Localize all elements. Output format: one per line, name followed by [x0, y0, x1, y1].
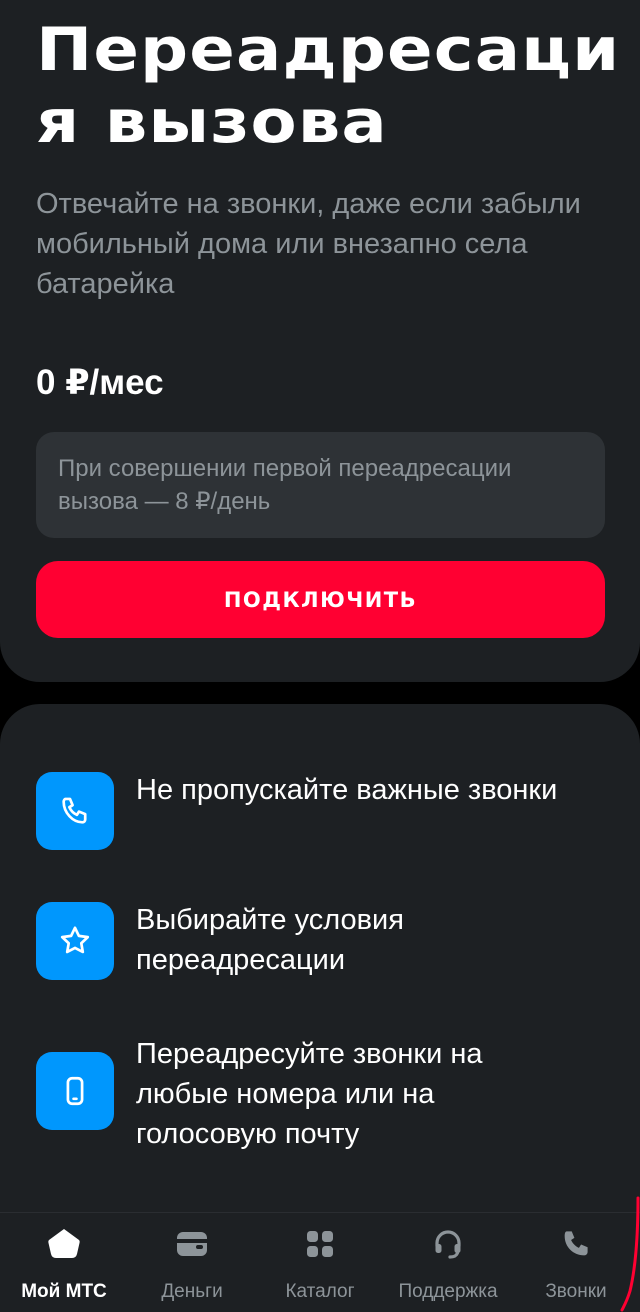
tab-label: Деньги [161, 1281, 223, 1302]
connect-button[interactable]: ПОДКЛЮЧИТЬ [36, 561, 605, 638]
headset-icon [432, 1227, 464, 1261]
red-edge-mark [620, 1196, 640, 1312]
tab-label: Поддержка [398, 1281, 498, 1302]
service-price: 0 ₽/мес [36, 363, 164, 402]
tab-label: Каталог [285, 1281, 355, 1302]
price-note-box: При совершении первой переадресации вызо… [36, 432, 605, 538]
feature-text: Переадресуйте звонки на любые номера или… [136, 1038, 483, 1150]
home-icon [46, 1227, 82, 1261]
service-page: Переадресаци я вызова Отвечайте на звонк… [0, 0, 640, 1312]
tab-calls[interactable]: Звонки [524, 1213, 628, 1312]
page-title-line-1: Переадресаци [36, 15, 621, 85]
feature-text: Выбирайте условия переадресации [136, 904, 404, 976]
page-title: Переадресаци я вызова [36, 14, 640, 158]
tab-my-mts[interactable]: Мой МТС [8, 1213, 120, 1312]
smartphone-icon [36, 1052, 114, 1130]
tab-label: Звонки [545, 1281, 607, 1302]
phone-icon [560, 1227, 592, 1261]
price-note-text: При совершении первой переадресации вызо… [58, 455, 512, 515]
phone-icon [36, 772, 114, 850]
feature-text: Не пропускайте важные звонки [136, 774, 558, 806]
star-icon [36, 902, 114, 980]
wallet-icon [176, 1227, 208, 1261]
tab-catalog[interactable]: Каталог [264, 1213, 376, 1312]
page-title-line-2: я вызова [36, 87, 388, 157]
bottom-tab-bar: Мой МТС Деньги Каталог Поддержка Звонки [0, 1212, 640, 1312]
tab-label: Мой МТС [21, 1281, 107, 1302]
service-description: Отвечайте на звонки, даже если забыли мо… [36, 188, 581, 300]
service-hero-card: Переадресаци я вызова Отвечайте на звонк… [0, 0, 640, 682]
tab-support[interactable]: Поддержка [384, 1213, 512, 1312]
grid-icon [306, 1227, 334, 1261]
tab-money[interactable]: Деньги [136, 1213, 248, 1312]
